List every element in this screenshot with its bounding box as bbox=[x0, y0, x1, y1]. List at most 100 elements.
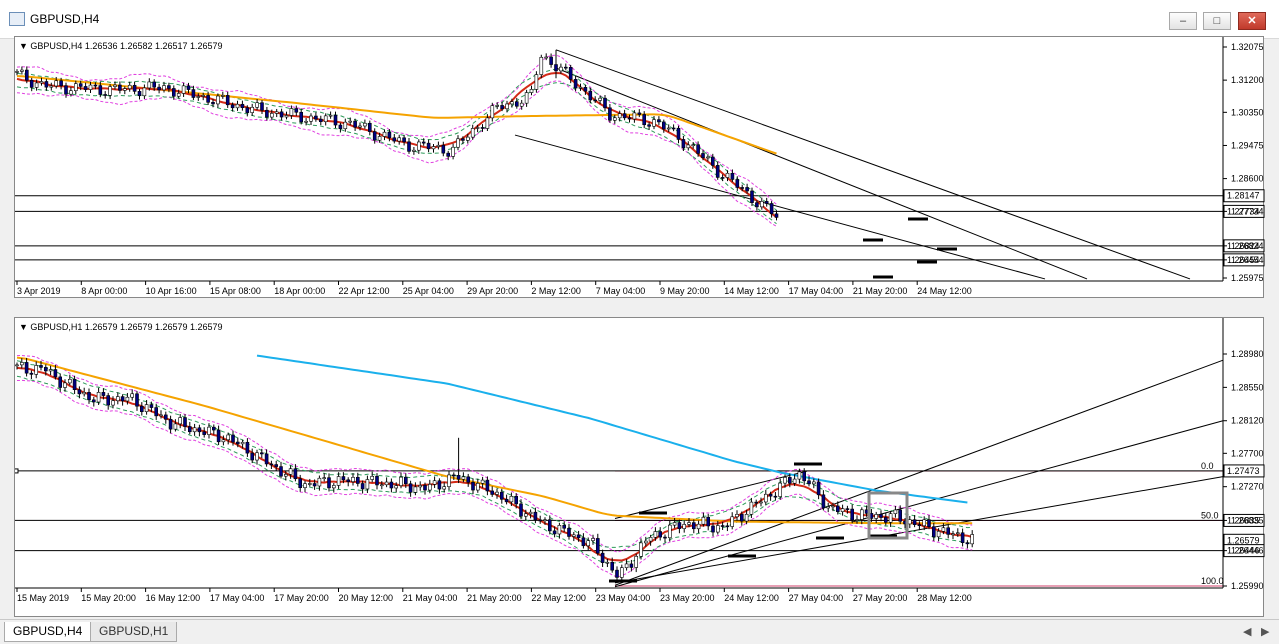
time-tick-label: 14 May 12:00 bbox=[724, 286, 779, 296]
candle-body bbox=[735, 513, 739, 518]
candle-body bbox=[816, 481, 821, 496]
candle-body bbox=[519, 102, 524, 107]
candle-body bbox=[514, 101, 519, 107]
candle-body bbox=[652, 119, 656, 127]
candle-body bbox=[855, 519, 859, 521]
candle-body bbox=[274, 464, 279, 467]
candle-body bbox=[245, 441, 250, 454]
candle-body bbox=[412, 149, 416, 152]
tab-gbpusd-h1[interactable]: GBPUSD,H1 bbox=[90, 622, 178, 642]
bollinger-lower-band bbox=[16, 82, 777, 225]
candle-body bbox=[485, 479, 490, 492]
candle-body bbox=[173, 423, 178, 430]
candle-body bbox=[509, 495, 514, 503]
chart-h1-panel[interactable]: 0.0 50.0 100.0 1.27473 1.26835 1.26579 1.26446… bbox=[14, 317, 1265, 618]
candle-body bbox=[475, 127, 480, 129]
chart-h1-canvas[interactable]: 0.0 50.0 100.0 1.27473 1.26835 1.265791.26446… bbox=[15, 318, 1265, 618]
candle-body bbox=[578, 87, 583, 89]
minimize-button[interactable]: – bbox=[1169, 12, 1197, 30]
time-tick-label: 27 May 20:00 bbox=[853, 593, 908, 603]
candle-body bbox=[162, 85, 166, 91]
candle-body bbox=[750, 190, 754, 203]
candle-body bbox=[314, 115, 318, 120]
candle-body bbox=[48, 369, 53, 372]
candle-body bbox=[294, 108, 299, 113]
candle-body bbox=[147, 81, 152, 89]
candle-body bbox=[387, 131, 392, 139]
candle-body bbox=[299, 111, 304, 123]
candle-body bbox=[619, 567, 624, 578]
candle-body bbox=[279, 466, 283, 477]
candle-body bbox=[351, 476, 355, 482]
candle-body bbox=[116, 396, 120, 402]
price-tick-label: 1.27270 bbox=[1231, 482, 1264, 492]
candle-body bbox=[176, 93, 181, 97]
candle-body bbox=[191, 89, 196, 98]
candle-body bbox=[539, 56, 544, 75]
candle-body bbox=[416, 141, 421, 151]
close-button[interactable]: ✕ bbox=[1238, 12, 1266, 30]
candle-body bbox=[593, 99, 598, 102]
candle-body bbox=[627, 117, 632, 120]
level-price-label: 1.27473 bbox=[1227, 466, 1260, 476]
time-tick-label: 21 May 20:00 bbox=[467, 593, 522, 603]
candle-body bbox=[691, 522, 696, 530]
candle-body bbox=[63, 382, 67, 388]
chart-h4-canvas[interactable]: 1.28147 1.27734 1.26824 1.26454 1.32075 1.312… bbox=[15, 37, 1265, 299]
candle-body bbox=[514, 495, 519, 505]
time-tick-label: 25 Apr 04:00 bbox=[403, 286, 454, 296]
candle-body bbox=[581, 537, 586, 547]
candle-body bbox=[634, 555, 639, 568]
price-tick-label: 1.26824 bbox=[1231, 241, 1264, 251]
candle-body bbox=[59, 80, 63, 87]
candle-body bbox=[888, 513, 893, 523]
candle-body bbox=[92, 399, 96, 403]
candle-body bbox=[567, 527, 571, 537]
candle-body bbox=[216, 95, 220, 105]
candle-body bbox=[178, 417, 182, 425]
candle-body bbox=[528, 511, 533, 515]
candle-body bbox=[769, 203, 774, 215]
candle-body bbox=[544, 56, 549, 59]
candle-body bbox=[588, 90, 593, 101]
tab-scroll-right-icon[interactable]: ▶ bbox=[1261, 625, 1269, 638]
candle-body bbox=[283, 474, 288, 477]
price-tick-label: 1.25990 bbox=[1231, 581, 1264, 591]
candle-body bbox=[132, 84, 137, 92]
time-tick-label: 18 Apr 00:00 bbox=[274, 286, 325, 296]
candle-body bbox=[240, 103, 245, 109]
candle-body bbox=[922, 519, 927, 527]
candle-body bbox=[130, 393, 134, 398]
tab-scroll-left-icon[interactable]: ◀ bbox=[1243, 625, 1251, 638]
candle-body bbox=[653, 531, 658, 538]
candle-body bbox=[377, 136, 382, 141]
candle-body bbox=[144, 404, 149, 412]
candle-body bbox=[235, 103, 240, 109]
candle-body bbox=[533, 511, 538, 521]
ascending-trend-line bbox=[614, 420, 1224, 588]
candle-body bbox=[706, 516, 711, 527]
candle-body bbox=[34, 82, 39, 88]
candle-body bbox=[402, 137, 406, 143]
candle-body bbox=[755, 202, 759, 208]
candle-body bbox=[471, 481, 475, 491]
candle-body bbox=[725, 172, 730, 178]
candle-body bbox=[118, 84, 122, 91]
candle-body bbox=[372, 131, 377, 141]
candle-body bbox=[682, 524, 687, 529]
candle-body bbox=[495, 105, 500, 107]
tab-gbpusd-h4[interactable]: GBPUSD,H4 bbox=[4, 622, 92, 642]
candle-body bbox=[797, 471, 802, 480]
price-tick-label: 1.29475 bbox=[1231, 140, 1264, 150]
candle-body bbox=[196, 96, 201, 98]
candle-body bbox=[783, 477, 787, 484]
level-price-label: 1.26579 bbox=[1227, 535, 1260, 545]
candle-body bbox=[744, 513, 749, 522]
chart-h4-panel[interactable]: 1.28147 1.27734 1.26824 1.26454 1.32075 1.312… bbox=[14, 36, 1265, 299]
candle-body bbox=[125, 396, 130, 402]
candle-body bbox=[44, 81, 49, 88]
candle-body bbox=[265, 109, 269, 118]
candle-body bbox=[745, 187, 749, 192]
maximize-button[interactable]: □ bbox=[1203, 12, 1231, 30]
candle-body bbox=[663, 536, 667, 539]
